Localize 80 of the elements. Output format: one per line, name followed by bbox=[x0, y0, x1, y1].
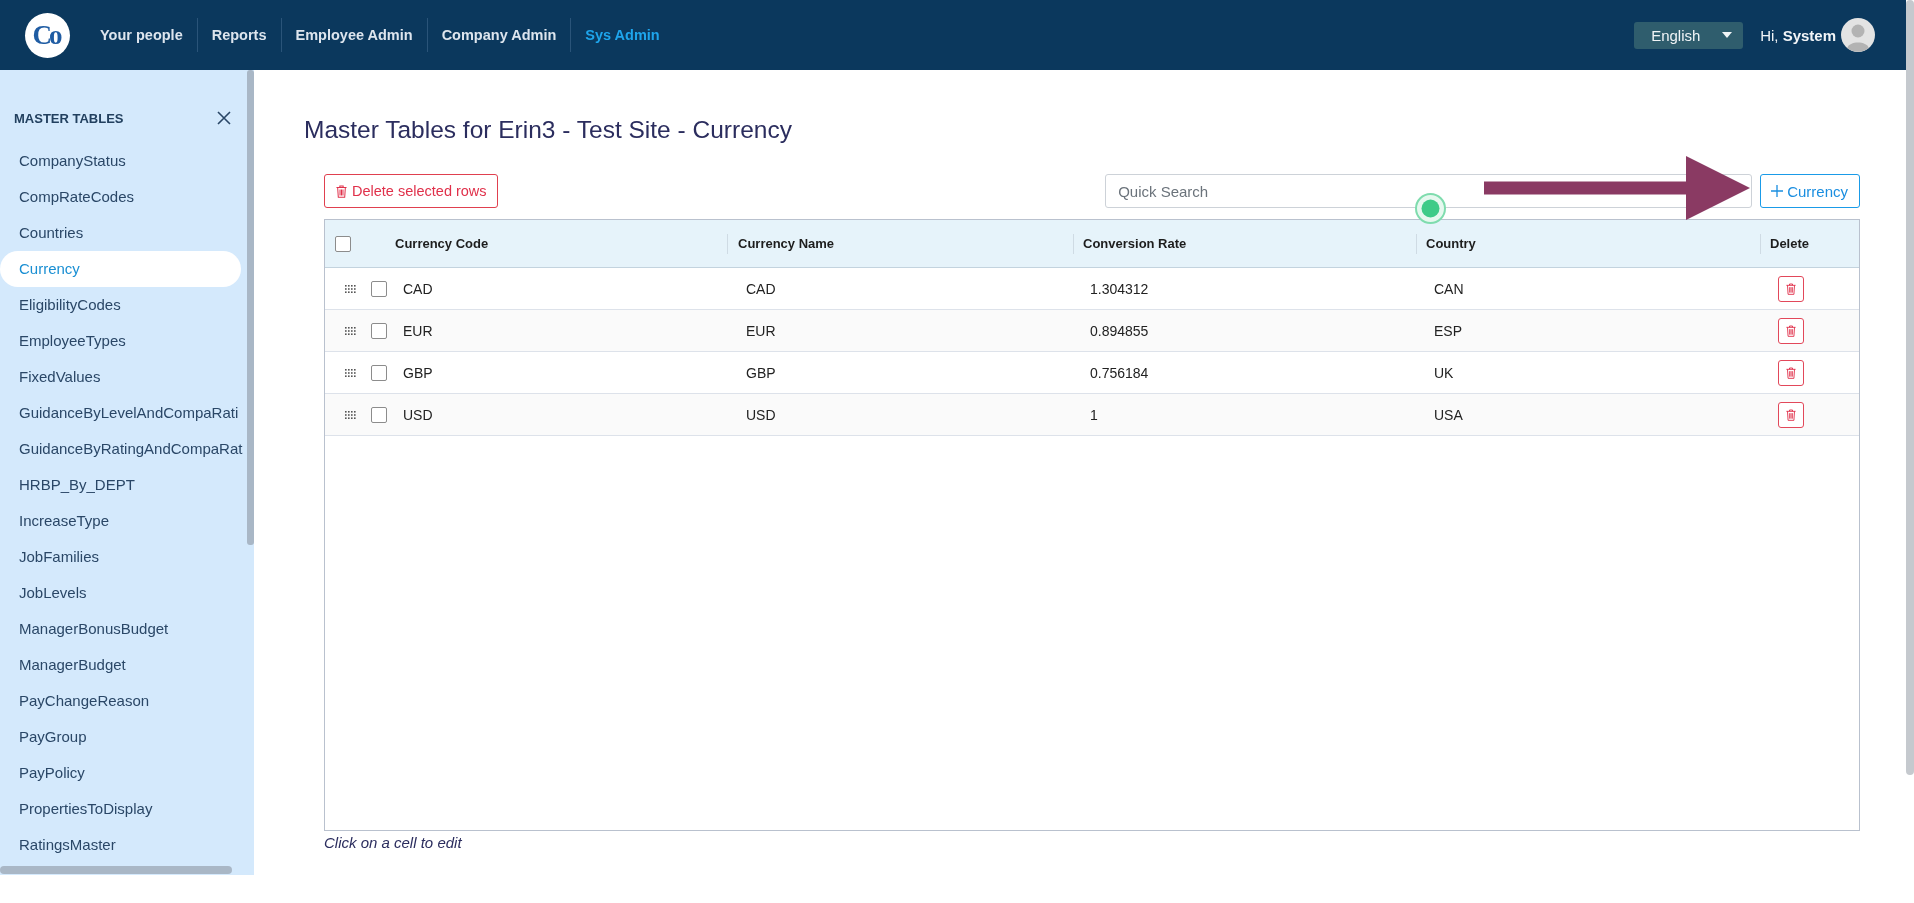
row-checkbox[interactable] bbox=[371, 280, 387, 297]
sidebar-item[interactable]: EmployeeTypes bbox=[0, 323, 241, 359]
table-cell: USD bbox=[746, 406, 776, 423]
drag-handle-icon[interactable] bbox=[345, 410, 356, 419]
add-currency-button[interactable]: Currency bbox=[1760, 174, 1860, 208]
language-dropdown[interactable]: English bbox=[1634, 21, 1744, 49]
table-cell: 1 bbox=[1090, 406, 1098, 423]
sidebar-item[interactable]: RatingsMaster bbox=[0, 827, 241, 863]
sidebar-item[interactable]: PayChangeReason bbox=[0, 683, 241, 719]
caret-icon bbox=[1722, 32, 1733, 38]
close-icon[interactable] bbox=[217, 111, 231, 125]
column-header: Currency Code bbox=[395, 236, 489, 251]
nav-link[interactable]: Employee Admin bbox=[280, 18, 427, 52]
sidebar-item[interactable]: IncreaseType bbox=[0, 503, 241, 539]
table-cell: EUR bbox=[403, 322, 433, 339]
row-checkbox[interactable] bbox=[371, 406, 387, 423]
select-all-checkbox[interactable] bbox=[335, 235, 351, 252]
drag-handle-icon[interactable] bbox=[345, 284, 356, 293]
row-checkbox[interactable] bbox=[371, 322, 387, 339]
table-cell: EUR bbox=[746, 322, 776, 339]
sidebar-item[interactable]: ManagerBudget bbox=[0, 647, 241, 683]
sidebar-horizontal-scrollbar[interactable] bbox=[0, 866, 232, 874]
delete-row-button[interactable] bbox=[1778, 401, 1804, 428]
company-logo[interactable]: Co bbox=[25, 12, 70, 58]
sidebar-item[interactable]: PayPolicy bbox=[0, 755, 241, 791]
nav-link[interactable]: Reports bbox=[196, 18, 281, 52]
page-title: Master Tables for Erin3 - Test Site - Currency bbox=[304, 115, 793, 145]
page-scrollbar[interactable] bbox=[1906, 0, 1914, 775]
sidebar-item[interactable]: ManagerBonusBudget bbox=[0, 611, 241, 647]
table-cell: CAD bbox=[403, 280, 433, 297]
column-header: Delete bbox=[1770, 236, 1810, 251]
trash-icon bbox=[1786, 282, 1796, 295]
user-greeting: Hi, System bbox=[1760, 26, 1836, 44]
table-cell: 1.304312 bbox=[1090, 280, 1149, 297]
table-cell: USA bbox=[1434, 406, 1463, 423]
trash-icon bbox=[336, 184, 347, 198]
trash-icon bbox=[1786, 408, 1796, 421]
delete-row-button[interactable] bbox=[1778, 275, 1804, 302]
table-cell: GBP bbox=[746, 364, 776, 381]
delete-selected-button[interactable]: Delete selected rows bbox=[324, 174, 498, 208]
sidebar-item[interactable]: PropertiesToDisplay bbox=[0, 791, 241, 827]
column-header: Currency Name bbox=[738, 236, 835, 251]
sidebar-scrollbar[interactable] bbox=[247, 70, 254, 545]
sidebar-item[interactable]: Currency bbox=[0, 251, 241, 287]
sidebar-item[interactable]: JobFamilies bbox=[0, 539, 241, 575]
trash-icon bbox=[1786, 366, 1796, 379]
table-cell: GBP bbox=[403, 364, 433, 381]
drag-handle-icon[interactable] bbox=[345, 368, 356, 377]
click-marker-icon bbox=[1415, 193, 1446, 224]
sidebar-item[interactable]: JobLevels bbox=[0, 575, 241, 611]
column-header: Conversion Rate bbox=[1083, 236, 1187, 251]
sidebar-item[interactable]: PayGroup bbox=[0, 719, 241, 755]
table-cell: UK bbox=[1434, 364, 1454, 381]
drag-handle-icon[interactable] bbox=[345, 326, 356, 335]
avatar-icon[interactable] bbox=[1841, 18, 1875, 52]
delete-row-button[interactable] bbox=[1778, 317, 1804, 344]
sidebar-item[interactable]: HRBP_By_DEPT bbox=[0, 467, 241, 503]
sidebar-item[interactable]: CompanyStatus bbox=[0, 143, 241, 179]
table-cell: ESP bbox=[1434, 322, 1462, 339]
nav-link[interactable]: Your people bbox=[86, 18, 197, 52]
table-cell: 0.894855 bbox=[1090, 322, 1149, 339]
sidebar-item[interactable]: FixedValues bbox=[0, 359, 241, 395]
sidebar-item[interactable]: GuidanceByRatingAndCompaRat bbox=[0, 431, 241, 467]
delete-row-button[interactable] bbox=[1778, 359, 1804, 386]
sidebar-item[interactable]: GuidanceByLevelAndCompaRati bbox=[0, 395, 241, 431]
hint-text: Click on a cell to edit bbox=[324, 834, 463, 852]
table-cell: CAD bbox=[746, 280, 776, 297]
sidebar-item[interactable]: CompRateCodes bbox=[0, 179, 241, 215]
plus-icon bbox=[1771, 185, 1784, 197]
sidebar-item[interactable]: Countries bbox=[0, 215, 241, 251]
nav-link[interactable]: Sys Admin bbox=[570, 18, 674, 52]
sidebar-item[interactable]: EligibilityCodes bbox=[0, 287, 241, 323]
table-cell: CAN bbox=[1434, 280, 1464, 297]
nav-link[interactable]: Company Admin bbox=[426, 18, 571, 52]
table-cell: USD bbox=[403, 406, 433, 423]
row-checkbox[interactable] bbox=[371, 364, 387, 381]
trash-icon bbox=[1786, 324, 1796, 337]
sidebar-title: MASTER TABLES bbox=[14, 110, 124, 126]
column-header: Country bbox=[1426, 236, 1476, 251]
table-cell: 0.756184 bbox=[1090, 364, 1149, 381]
